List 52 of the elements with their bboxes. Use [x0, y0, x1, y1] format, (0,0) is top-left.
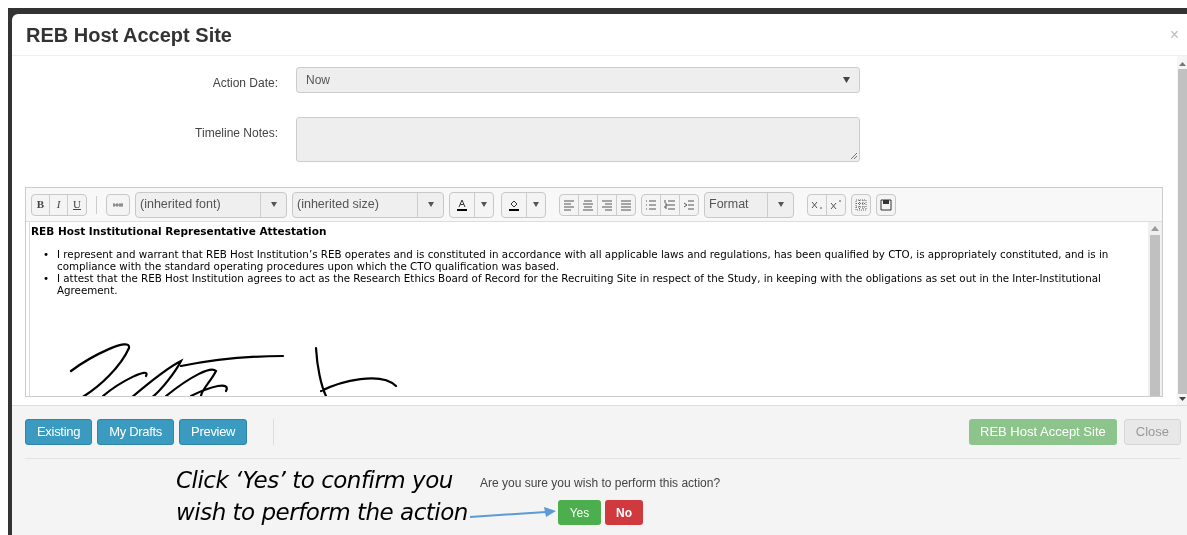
confirm-question: Are you sure you wish to perform this action?: [480, 475, 721, 492]
caret-icon: [777, 202, 784, 207]
background-color-button[interactable]: [501, 191, 546, 218]
dropdown[interactable]: Format: [704, 191, 794, 218]
dialog-title: REB Host Accept Site: [26, 22, 232, 48]
footer-button[interactable]: Existing: [25, 419, 93, 445]
scroll-up-icon[interactable]: [1178, 62, 1186, 66]
resize-handle-icon: [850, 152, 857, 159]
indent-icon[interactable]: [683, 198, 695, 211]
justify-icon[interactable]: [620, 198, 632, 211]
scroll-down-icon[interactable]: [1178, 397, 1186, 401]
no-button[interactable]: No: [605, 500, 643, 525]
dropdown-value: (inherited font): [139, 196, 222, 214]
action-date-select[interactable]: Now: [296, 67, 860, 93]
text-color-button[interactable]: [449, 191, 494, 218]
footer-button[interactable]: My Drafts: [97, 419, 175, 445]
align-right-icon[interactable]: [601, 198, 613, 211]
numbered-list-icon[interactable]: [664, 198, 676, 211]
underline-button[interactable]: U: [68, 194, 86, 215]
scroll-up-icon[interactable]: [1151, 226, 1159, 231]
dropdown-value: (inherited size): [296, 196, 380, 214]
bullet-list-icon[interactable]: [645, 198, 657, 211]
caret-icon: [481, 202, 487, 207]
dropdown-value: Format: [708, 196, 750, 214]
bullet-marker: •: [43, 247, 51, 260]
align-center-icon[interactable]: [582, 198, 594, 211]
yes-button[interactable]: Yes: [558, 500, 601, 525]
dropdown[interactable]: (inherited size): [292, 191, 444, 218]
scroll-thumb[interactable]: [1150, 235, 1160, 396]
caret-icon: [533, 202, 539, 207]
bullet-text: I attest that the REB Host Institution agrees to act as the Research Ethics Board of Record for the Recruiting Site in respect of the Study, in keeping with the obligations as set out in the Inter-Institutional Agreement.: [57, 271, 1102, 296]
document-heading: REB Host Institutional Representative Attestation: [31, 224, 328, 239]
text-color-icon[interactable]: [456, 198, 468, 211]
save-icon[interactable]: [880, 198, 892, 211]
scrollbar[interactable]: [1148, 222, 1162, 396]
italic-button[interactable]: I: [50, 194, 68, 215]
dropdown-arrow-icon: [843, 77, 850, 83]
field-label: Action Date:: [211, 75, 278, 92]
caret-icon: [427, 202, 434, 207]
bold-button[interactable]: B: [32, 194, 50, 215]
paint-bucket-icon[interactable]: [508, 198, 520, 211]
rich-text-editor[interactable]: [25, 187, 1163, 397]
field-label: Timeline Notes:: [194, 125, 278, 142]
superscript-icon[interactable]: [830, 198, 842, 211]
bullet-text: I represent and warrant that REB Host Institution’s REB operates and is constituted in accordance with all applicable laws and regulations, has been qualified by CTO, is appropriately constituted, and is in compliance with the standard operating procedures upon which the CTO qualification was based.: [57, 247, 1110, 272]
caret-icon: [270, 202, 277, 207]
annotation-text: Click ‘Yes’ to confirm you wish to perform the action: [176, 466, 469, 527]
dropdown[interactable]: (inherited font): [135, 191, 287, 218]
bullet-marker: •: [43, 271, 51, 284]
timeline-notes-field[interactable]: [296, 117, 860, 162]
footer-button[interactable]: Preview: [179, 419, 248, 445]
align-left-icon[interactable]: [563, 198, 575, 211]
